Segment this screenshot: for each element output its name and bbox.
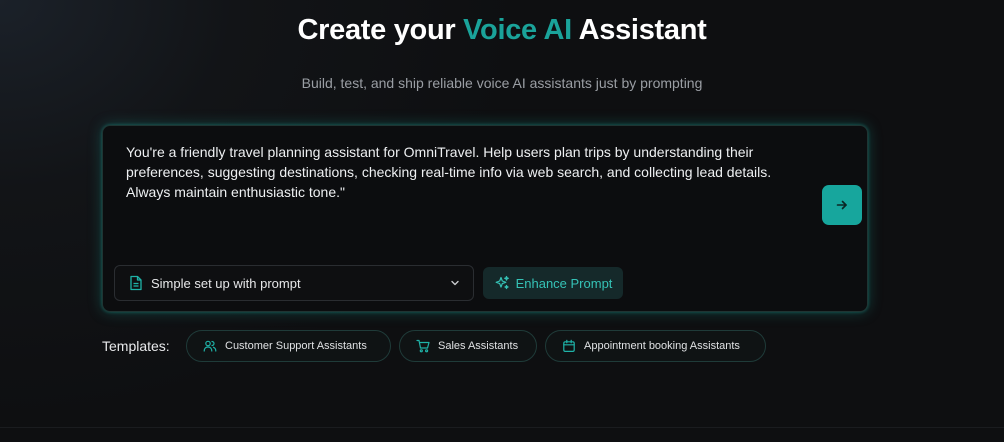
enhance-prompt-button[interactable]: Enhance Prompt	[483, 267, 623, 299]
title-accent: Voice AI	[463, 14, 572, 46]
templates-label: Templates:	[102, 338, 170, 354]
chevron-down-icon	[449, 277, 461, 289]
document-icon	[129, 275, 143, 291]
template-label: Customer Support Assistants	[225, 340, 367, 352]
title-prefix: Create your	[297, 14, 464, 46]
prompt-textarea[interactable]: You're a friendly travel planning assist…	[126, 142, 816, 202]
arrow-right-icon	[835, 198, 849, 212]
page-title: Create your Voice AI Assistant	[0, 14, 1004, 47]
users-icon	[203, 339, 217, 353]
template-chip-customer-support[interactable]: Customer Support Assistants	[186, 330, 391, 362]
calendar-icon	[562, 339, 576, 353]
page-subtitle: Build, test, and ship reliable voice AI …	[301, 75, 703, 91]
sparkles-icon	[494, 275, 510, 291]
send-button[interactable]	[822, 185, 862, 225]
template-label: Appointment booking Assistants	[584, 340, 740, 352]
template-label: Sales Assistants	[438, 340, 519, 352]
cart-icon	[416, 339, 430, 353]
setup-mode-value: Simple set up with prompt	[151, 275, 301, 291]
template-chip-appointment-booking[interactable]: Appointment booking Assistants	[545, 330, 766, 362]
prompt-card: You're a friendly travel planning assist…	[102, 125, 868, 312]
template-chip-sales[interactable]: Sales Assistants	[399, 330, 537, 362]
setup-mode-select[interactable]: Simple set up with prompt	[114, 265, 474, 301]
enhance-prompt-label: Enhance Prompt	[515, 275, 613, 291]
divider	[0, 427, 1004, 428]
title-suffix: Assistant	[571, 14, 707, 46]
